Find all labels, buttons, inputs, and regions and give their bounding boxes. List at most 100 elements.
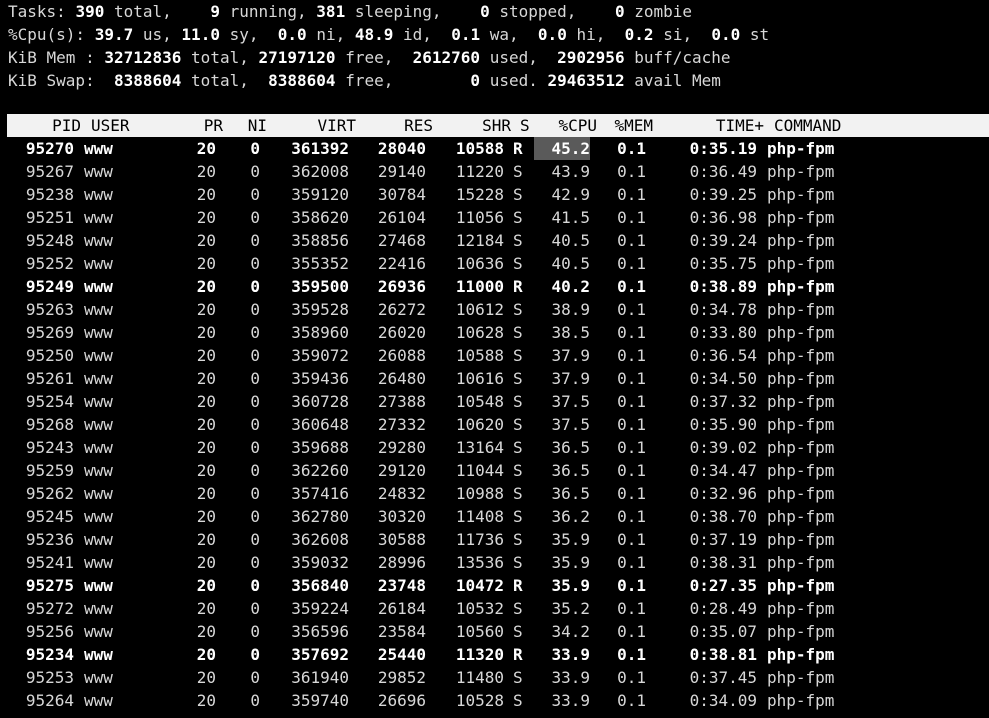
top-summary: Tasks: 390 total, 9 running, 381 sleepin… [8, 0, 769, 92]
cpu-line: %Cpu(s): 39.7 us, 11.0 sy, 0.0 ni, 48.9 … [8, 25, 770, 44]
mem-cell: 0.1 [617, 208, 646, 227]
res-cell: 26104 [377, 208, 426, 227]
process-row: 95254 www 20 0 360728 27388 10548 S 37.5 0.1 0:37.… [0, 390, 989, 413]
user-cell: www [84, 691, 113, 710]
priority-cell: 20 [196, 392, 216, 411]
command-cell: php-fpm [767, 254, 835, 273]
process-row: 95253 www 20 0 361940 29852 11480 S 33.9 0.1 0:37.… [0, 666, 989, 689]
mem-cell: 0.1 [617, 622, 646, 641]
time-cell: 0:34.50 [689, 369, 757, 388]
pid-cell: 95275 [25, 576, 74, 595]
shr-cell: 11056 [455, 208, 504, 227]
mem-line: KiB Mem : 32712836 total, 27197120 free,… [8, 48, 731, 67]
user-cell: www [84, 185, 113, 204]
state-cell: R [513, 139, 523, 158]
res-cell: 26936 [377, 277, 426, 296]
nice-cell: 0 [250, 300, 260, 319]
mem-cell: 0.1 [617, 599, 646, 618]
state-cell: S [513, 346, 523, 365]
user-cell: www [84, 323, 113, 342]
cpu-cell: 33.9 [551, 668, 590, 687]
process-row: 95238 www 20 0 359120 30784 15228 S 42.9 0.1 0:39.… [0, 183, 989, 206]
nice-cell: 0 [250, 277, 260, 296]
res-cell: 26184 [377, 599, 426, 618]
col-mem: %MEM [614, 116, 653, 135]
pid-cell: 95243 [25, 438, 74, 457]
nice-cell: 0 [250, 530, 260, 549]
state-cell: S [513, 392, 523, 411]
state-cell: S [513, 300, 523, 319]
virt-cell: 356840 [291, 576, 349, 595]
virt-cell: 359224 [291, 599, 349, 618]
shr-cell: 11000 [455, 277, 504, 296]
res-cell: 23748 [377, 576, 426, 595]
process-row: 95275 www 20 0 356840 23748 10472 R 35.9 0.1 0:27.… [0, 574, 989, 597]
time-cell: 0:39.02 [689, 438, 757, 457]
cpu-cell: 36.2 [551, 507, 590, 526]
nice-cell: 0 [250, 438, 260, 457]
command-cell: php-fpm [767, 162, 835, 181]
col-ni: NI [247, 116, 267, 135]
time-cell: 0:28.49 [689, 599, 757, 618]
user-cell: www [84, 162, 113, 181]
time-cell: 0:39.24 [689, 231, 757, 250]
virt-cell: 359740 [291, 691, 349, 710]
mem-cell: 0.1 [617, 369, 646, 388]
cpu-cell: 33.9 [551, 691, 590, 710]
swap-line: KiB Swap: 8388604 total, 8388604 free, 0… [8, 71, 721, 90]
process-row: 95267 www 20 0 362008 29140 11220 S 43.9 0.1 0:36.… [0, 160, 989, 183]
pid-cell: 95245 [25, 507, 74, 526]
time-cell: 0:37.19 [689, 530, 757, 549]
priority-cell: 20 [196, 346, 216, 365]
command-cell: php-fpm [767, 484, 835, 503]
res-cell: 24832 [377, 484, 426, 503]
cpu-cell: 35.9 [551, 576, 590, 595]
virt-cell: 361940 [291, 668, 349, 687]
pid-cell: 95269 [25, 323, 74, 342]
nice-cell: 0 [250, 162, 260, 181]
virt-cell: 357692 [291, 645, 349, 664]
process-row: 95270 www 20 0 361392 28040 10588 R 45.2 0.1 0:35.… [0, 137, 989, 160]
state-cell: S [513, 162, 523, 181]
user-cell: www [84, 438, 113, 457]
state-cell: S [513, 369, 523, 388]
command-cell: php-fpm [767, 553, 835, 572]
mem-cell: 0.1 [617, 300, 646, 319]
user-cell: www [84, 599, 113, 618]
res-cell: 26480 [377, 369, 426, 388]
nice-cell: 0 [250, 691, 260, 710]
nice-cell: 0 [250, 323, 260, 342]
pid-cell: 95250 [25, 346, 74, 365]
res-cell: 27468 [377, 231, 426, 250]
nice-cell: 0 [250, 645, 260, 664]
nice-cell: 0 [250, 254, 260, 273]
state-cell: S [513, 484, 523, 503]
process-row: 95243 www 20 0 359688 29280 13164 S 36.5 0.1 0:39.… [0, 436, 989, 459]
pid-cell: 95248 [25, 231, 74, 250]
shr-cell: 10588 [455, 346, 504, 365]
virt-cell: 359688 [291, 438, 349, 457]
nice-cell: 0 [250, 139, 260, 158]
tasks-line: Tasks: 390 total, 9 running, 381 sleepin… [8, 2, 693, 21]
time-cell: 0:38.81 [689, 645, 757, 664]
virt-cell: 359500 [291, 277, 349, 296]
cpu-cell: 36.5 [551, 438, 590, 457]
process-row: 95250 www 20 0 359072 26088 10588 S 37.9 0.1 0:36.… [0, 344, 989, 367]
mem-cell: 0.1 [617, 162, 646, 181]
cpu-cell: 37.9 [551, 346, 590, 365]
priority-cell: 20 [196, 231, 216, 250]
state-cell: S [513, 461, 523, 480]
priority-cell: 20 [196, 185, 216, 204]
virt-cell: 362260 [291, 461, 349, 480]
pid-cell: 95262 [25, 484, 74, 503]
cpu-cell: 41.5 [551, 208, 590, 227]
shr-cell: 11220 [455, 162, 504, 181]
priority-cell: 20 [196, 208, 216, 227]
virt-cell: 361392 [291, 139, 349, 158]
process-row: 95263 www 20 0 359528 26272 10612 S 38.9 0.1 0:34.… [0, 298, 989, 321]
time-cell: 0:38.89 [689, 277, 757, 296]
priority-cell: 20 [196, 484, 216, 503]
priority-cell: 20 [196, 553, 216, 572]
command-cell: php-fpm [767, 599, 835, 618]
nice-cell: 0 [250, 484, 260, 503]
